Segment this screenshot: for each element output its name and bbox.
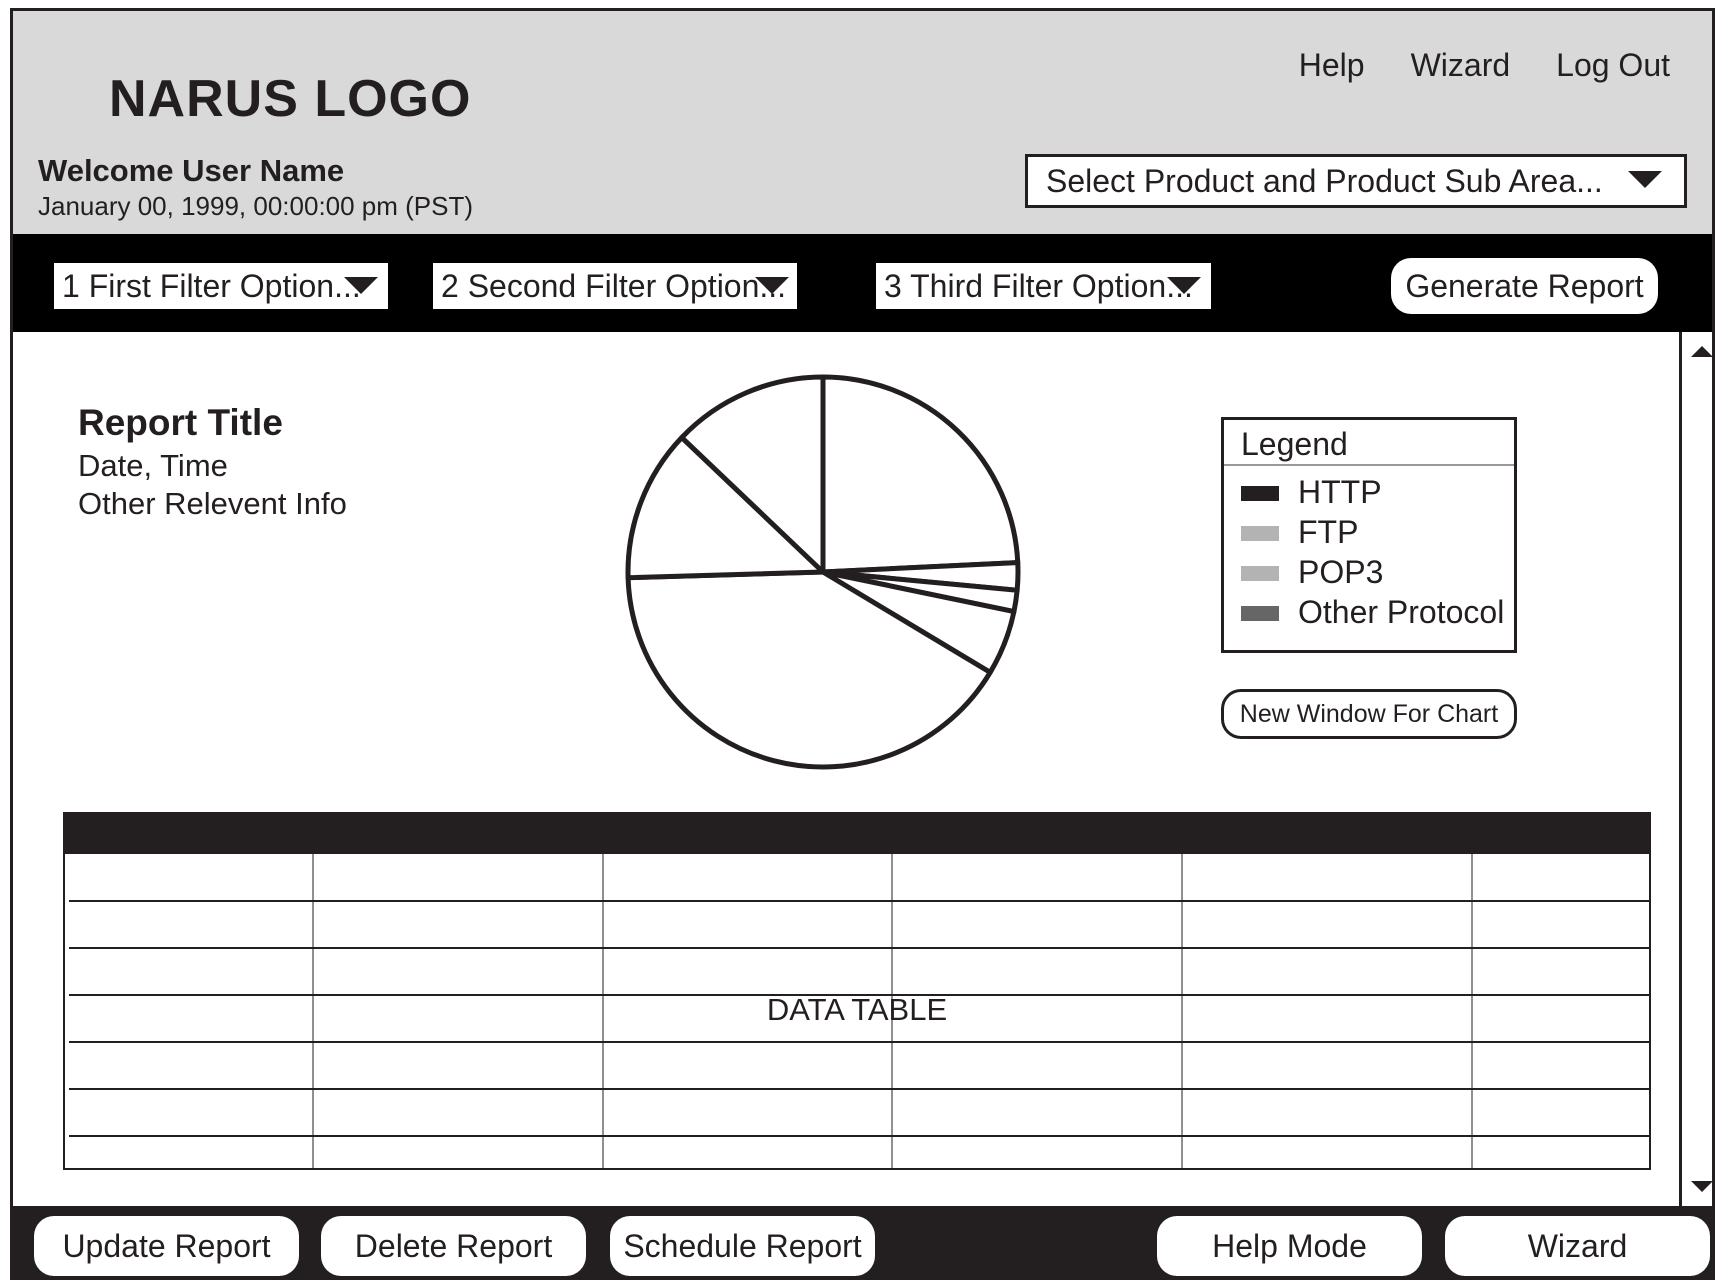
app-window: NARUS LOGO Help Wizard Log Out Welcome U…	[10, 8, 1715, 1280]
legend-item-http: HTTP	[1224, 472, 1514, 512]
update-report-button[interactable]: Update Report	[34, 1216, 299, 1276]
legend-swatch	[1241, 486, 1279, 501]
legend-item-ftp: FTP	[1224, 512, 1514, 552]
legend-swatch	[1241, 566, 1279, 581]
third-filter-select[interactable]: 3 Third Filter Option...	[876, 263, 1211, 309]
legend-items: HTTP FTP POP3 Other Protocol	[1224, 466, 1514, 632]
second-filter-select[interactable]: 2 Second Filter Option...	[433, 263, 797, 309]
new-window-chart-button[interactable]: New Window For Chart	[1221, 689, 1517, 739]
scroll-up-arrow-icon[interactable]	[1691, 346, 1712, 357]
product-select-label: Select Product and Product Sub Area...	[1046, 163, 1603, 199]
legend-label: HTTP	[1298, 474, 1382, 510]
filter-bar: 1 First Filter Option... 2 Second Filter…	[13, 234, 1712, 332]
chevron-down-icon	[755, 277, 789, 294]
third-filter-label: 3 Third Filter Option...	[884, 268, 1193, 304]
help-link[interactable]: Help	[1299, 47, 1365, 84]
chart-legend: Legend HTTP FTP POP3 Other Protocol	[1221, 417, 1517, 653]
product-select[interactable]: Select Product and Product Sub Area...	[1025, 154, 1687, 208]
welcome-text: Welcome User Name	[38, 153, 345, 188]
first-filter-label: 1 First Filter Option...	[62, 268, 361, 304]
delete-report-button[interactable]: Delete Report	[321, 1216, 586, 1276]
protocol-pie-chart	[625, 374, 1021, 770]
report-other-info: Other Relevent Info	[78, 486, 347, 521]
legend-label: POP3	[1298, 554, 1384, 590]
second-filter-label: 2 Second Filter Option...	[441, 268, 787, 304]
chevron-down-icon	[344, 277, 378, 294]
legend-item-other-protocol: Other Protocol	[1224, 592, 1514, 632]
footer-toolbar: Update Report Delete Report Schedule Rep…	[13, 1206, 1712, 1277]
pie-slice	[820, 374, 1021, 575]
wizard-link[interactable]: Wizard	[1411, 47, 1511, 84]
current-datetime: January 00, 1999, 00:00:00 pm (PST)	[38, 191, 474, 221]
generate-report-button[interactable]: Generate Report	[1391, 258, 1658, 314]
wizard-button[interactable]: Wizard	[1445, 1216, 1710, 1276]
legend-swatch	[1241, 526, 1279, 541]
report-date-time: Date, Time	[78, 448, 228, 483]
table-grid	[69, 854, 1649, 1168]
first-filter-select[interactable]: 1 First Filter Option...	[54, 263, 388, 309]
legend-swatch	[1241, 606, 1279, 621]
chevron-down-icon	[1628, 171, 1662, 188]
top-nav: Help Wizard Log Out	[1299, 47, 1670, 84]
report-title: Report Title	[78, 402, 283, 443]
header: NARUS LOGO Help Wizard Log Out Welcome U…	[13, 11, 1712, 234]
legend-item-pop3: POP3	[1224, 552, 1514, 592]
data-table: DATA TABLE	[63, 812, 1651, 1170]
help-mode-button[interactable]: Help Mode	[1157, 1216, 1422, 1276]
logout-link[interactable]: Log Out	[1556, 47, 1670, 84]
logo: NARUS LOGO	[109, 70, 472, 128]
legend-title: Legend	[1224, 420, 1514, 466]
vertical-scrollbar[interactable]	[1679, 332, 1712, 1206]
chevron-down-icon	[1167, 277, 1201, 294]
scroll-down-arrow-icon[interactable]	[1691, 1181, 1712, 1192]
report-content: Report Title Date, Time Other Relevent I…	[13, 332, 1679, 1206]
legend-label: FTP	[1298, 514, 1359, 550]
legend-label: Other Protocol	[1298, 594, 1505, 630]
schedule-report-button[interactable]: Schedule Report	[610, 1216, 875, 1276]
